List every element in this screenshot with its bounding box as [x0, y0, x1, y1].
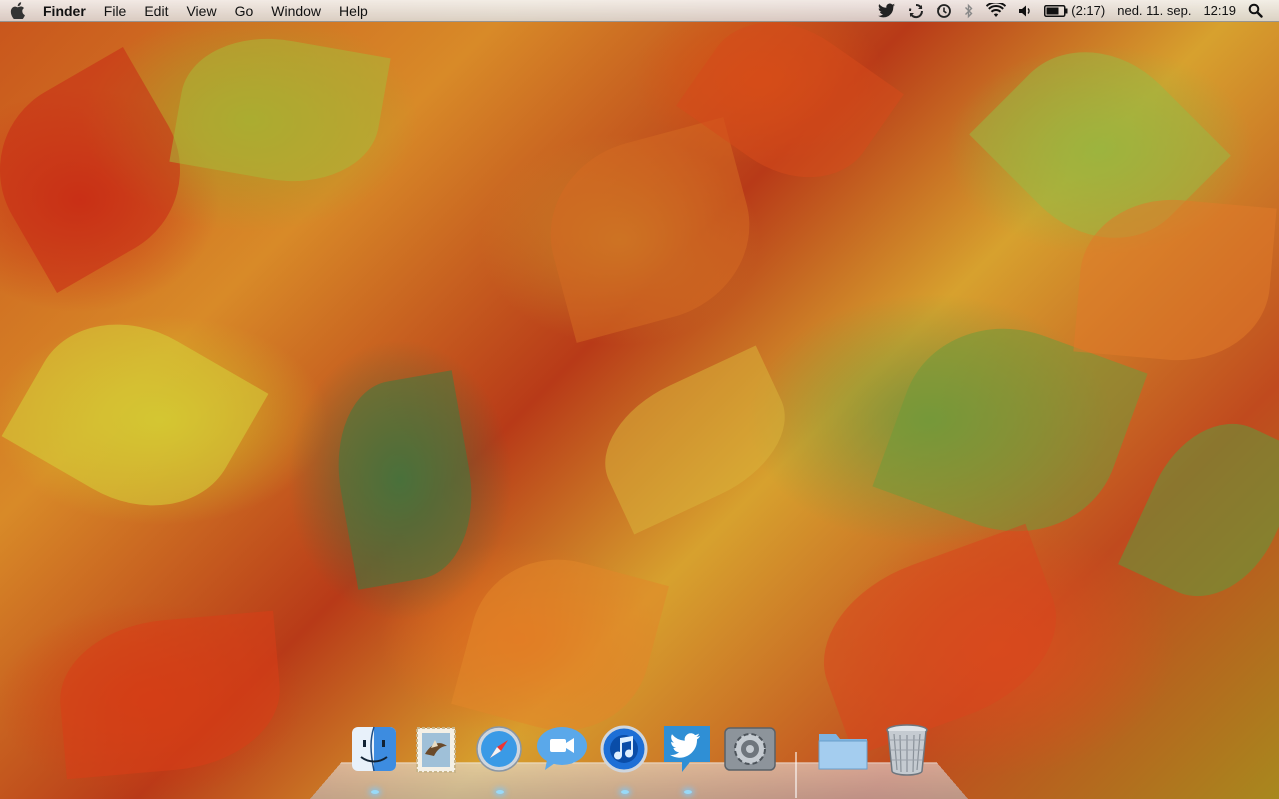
- menu-finder[interactable]: Finder: [34, 0, 95, 22]
- menu-go[interactable]: Go: [226, 0, 263, 22]
- safari-running-indicator: [496, 790, 504, 794]
- sync-icon[interactable]: [902, 0, 930, 22]
- menu-bar: Finder File Edit View Go Window Help (2:…: [0, 0, 1279, 22]
- gear-icon: [724, 727, 776, 771]
- bluetooth-icon[interactable]: [958, 0, 980, 22]
- wifi-icon[interactable]: [980, 0, 1012, 22]
- menu-edit[interactable]: Edit: [135, 0, 177, 22]
- spotlight-search-icon[interactable]: [1242, 0, 1269, 22]
- dock-separator: [795, 752, 797, 798]
- finder-icon: [352, 726, 396, 772]
- folder-icon: [818, 734, 868, 770]
- dock-finder[interactable]: [347, 722, 401, 776]
- safari-compass-icon: [476, 726, 522, 772]
- mail-stamp-icon: [416, 727, 456, 773]
- volume-icon[interactable]: [1012, 0, 1038, 22]
- time-machine-icon[interactable]: [930, 0, 958, 22]
- desktop-wallpaper: [0, 0, 1279, 799]
- dock-documents-stack[interactable]: [816, 722, 870, 776]
- menu-window[interactable]: Window: [262, 0, 330, 22]
- itunes-running-indicator: [621, 790, 629, 794]
- dock-mail[interactable]: [409, 722, 463, 776]
- battery-icon: [1044, 4, 1068, 17]
- menu-file[interactable]: File: [95, 0, 136, 22]
- finder-running-indicator: [371, 790, 379, 794]
- battery-time: (2:17): [1071, 3, 1106, 18]
- dock-itunes[interactable]: [597, 722, 651, 776]
- battery-status[interactable]: (2:17): [1038, 0, 1111, 22]
- date-label[interactable]: ned. 11. sep.: [1111, 0, 1197, 22]
- twitter-running-indicator: [684, 790, 692, 794]
- dock-facetime[interactable]: [535, 722, 589, 776]
- menu-help[interactable]: Help: [330, 0, 377, 22]
- menu-view[interactable]: View: [177, 0, 225, 22]
- twitter-bird-icon: [664, 726, 710, 772]
- apple-icon[interactable]: [0, 0, 34, 22]
- clock-label[interactable]: 12:19: [1197, 0, 1242, 22]
- dock-trash[interactable]: [880, 722, 934, 776]
- dock-twitter[interactable]: [660, 722, 714, 776]
- dock-system-preferences[interactable]: [723, 722, 777, 776]
- trash-can-icon: [886, 724, 928, 776]
- twitter-status-icon[interactable]: [872, 0, 902, 22]
- facetime-icon: [537, 727, 587, 770]
- itunes-music-note-icon: [600, 725, 648, 773]
- dock-safari[interactable]: [472, 722, 526, 776]
